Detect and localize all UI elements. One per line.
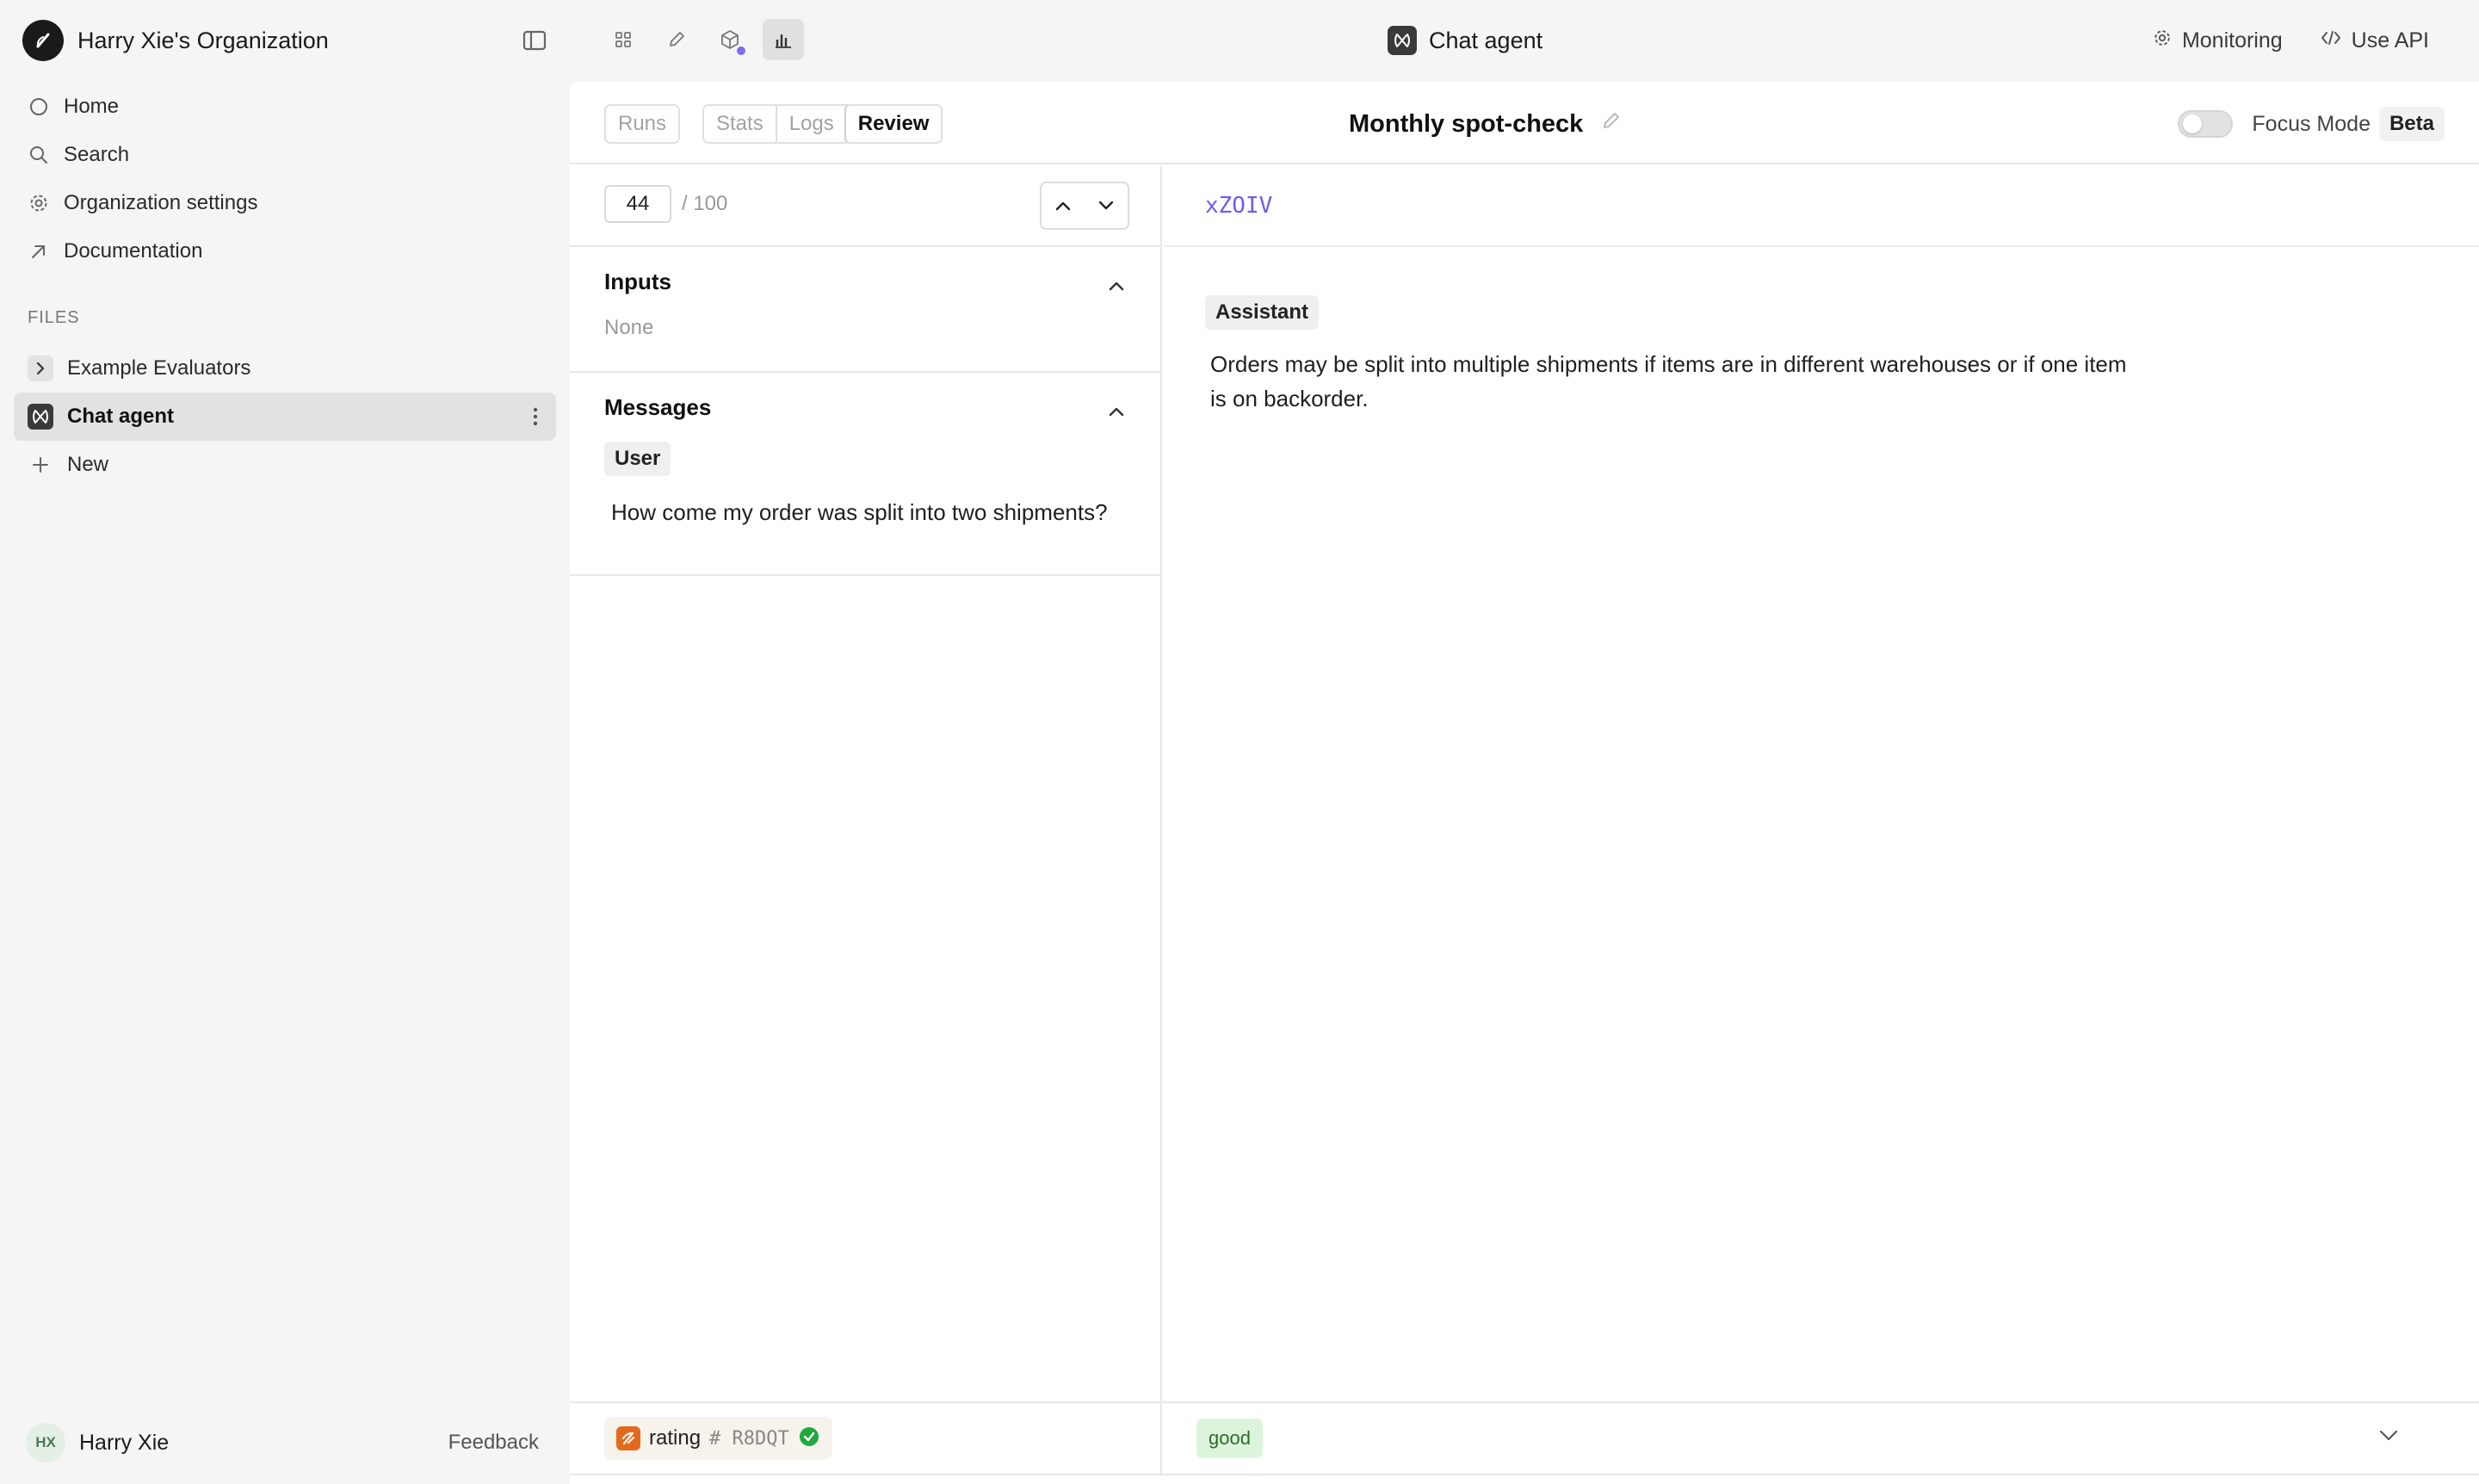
role-tag-assistant: Assistant: [1205, 295, 1320, 330]
agent-icon: [28, 404, 53, 430]
log-id[interactable]: xZOIV: [1164, 166, 2479, 247]
inputs-title: Inputs: [604, 268, 671, 294]
sidebar-item-home[interactable]: Home: [15, 83, 558, 131]
search-icon: [28, 144, 50, 166]
view-switcher: [603, 19, 804, 62]
gear-icon: [2153, 28, 2172, 53]
sidebar-item-label: Home: [64, 95, 120, 118]
sidebar-item-label: Search: [64, 143, 130, 166]
agent-icon: [1388, 26, 1417, 55]
sidebar-nav: Home Search Organization settings Docume…: [15, 83, 558, 275]
avatar[interactable]: HX: [26, 1423, 65, 1462]
review-toolbar: Runs Stats Logs Review Monthly spot-chec…: [570, 82, 2479, 164]
file-item-new[interactable]: New: [14, 441, 556, 489]
beta-badge: Beta: [2378, 107, 2445, 141]
list-item: User How come my order was split into tw…: [570, 442, 1160, 529]
chevron-up-icon[interactable]: [1042, 183, 1085, 228]
focus-mode-toggle[interactable]: [2178, 110, 2234, 138]
file-item-label: Chat agent: [67, 405, 175, 428]
messages-title: Messages: [604, 393, 712, 420]
pencil-icon[interactable]: [1600, 109, 1623, 139]
view-tabs: Stats Logs Review: [702, 104, 943, 144]
chevron-down-icon[interactable]: [2377, 1429, 2400, 1447]
files-list: Example Evaluators Chat agent New: [14, 344, 556, 489]
evaluator-icon: [616, 1426, 640, 1450]
judgment-value-badge[interactable]: good: [1196, 1419, 1263, 1458]
runs-tab-group: Runs: [604, 104, 681, 144]
pager-buttons: [1040, 182, 1129, 230]
main-panel: Runs Stats Logs Review Monthly spot-chec…: [570, 82, 2479, 1484]
use-api-button[interactable]: Use API: [2321, 28, 2429, 53]
org-logo-icon: [22, 20, 64, 61]
sidebar-item-documentation[interactable]: Documentation: [15, 227, 558, 275]
sidebar-item-label: Organization settings: [64, 191, 258, 214]
more-options-icon[interactable]: [532, 405, 539, 429]
tab-runs[interactable]: Runs: [606, 106, 678, 142]
role-tag-user: User: [604, 442, 671, 476]
file-item-example-evaluators[interactable]: Example Evaluators: [14, 344, 556, 393]
top-actions: Monitoring Use API: [2153, 24, 2429, 57]
pencil-icon[interactable]: [656, 19, 697, 60]
file-item-label: New: [67, 453, 109, 476]
message-text: How come my order was split into two shi…: [611, 499, 1108, 525]
focus-mode: Focus Mode Beta: [2178, 104, 2445, 144]
plus-icon: [28, 452, 53, 478]
sidebar-item-label: Documentation: [64, 239, 203, 263]
judgment-bar: rating # R8DQT good: [570, 1401, 2479, 1475]
sidebar: Harry Xie's Organization Home Search Org…: [0, 0, 570, 1484]
sidebar-footer: HX Harry Xie Feedback: [26, 1422, 542, 1463]
pager-total: / 100: [682, 192, 728, 215]
inputs-value: None: [604, 316, 654, 339]
use-api-label: Use API: [2351, 28, 2429, 53]
notification-dot: [737, 46, 745, 55]
pager-input[interactable]: 44: [604, 185, 671, 223]
tab-review[interactable]: Review: [844, 106, 942, 142]
file-title: Chat agent: [1388, 24, 1542, 57]
review-title-text: Monthly spot-check: [1349, 109, 1584, 138]
cube-icon[interactable]: [709, 19, 751, 60]
evaluator-id: # R8DQT: [709, 1427, 789, 1450]
monitoring-label: Monitoring: [2181, 28, 2283, 53]
chevron-up-icon[interactable]: [1107, 397, 1126, 424]
user-name[interactable]: Harry Xie: [79, 1431, 169, 1456]
gear-icon: [28, 192, 50, 214]
org-switcher[interactable]: Harry Xie's Organization: [22, 19, 329, 62]
files-section-label: FILES: [28, 308, 80, 327]
check-circle-icon: [798, 1425, 820, 1452]
inputs-header[interactable]: Inputs: [570, 247, 1160, 316]
review-title: Monthly spot-check: [1349, 106, 1623, 142]
monitoring-button[interactable]: Monitoring: [2153, 28, 2283, 53]
sidebar-item-organization-settings[interactable]: Organization settings: [15, 179, 558, 227]
tab-logs[interactable]: Logs: [775, 106, 846, 142]
file-title-text: Chat agent: [1429, 27, 1543, 53]
file-item-chat-agent[interactable]: Chat agent: [14, 393, 556, 441]
feedback-button[interactable]: Feedback: [448, 1431, 539, 1455]
evaluator-cell: rating # R8DQT: [570, 1403, 1162, 1474]
inputs-section: Inputs None: [570, 247, 1160, 373]
circle-icon: [28, 96, 50, 118]
datapoint-panel: 44 / 100 Inputs None Messages User How c…: [570, 166, 1162, 1401]
chevron-up-icon[interactable]: [1107, 271, 1126, 298]
chart-icon[interactable]: [763, 19, 804, 60]
org-name: Harry Xie's Organization: [77, 27, 329, 53]
tab-stats[interactable]: Stats: [704, 106, 776, 142]
sidebar-toggle-icon[interactable]: [522, 28, 547, 53]
chevron-right-icon[interactable]: [28, 356, 53, 381]
messages-header[interactable]: Messages: [570, 373, 1160, 442]
focus-mode-label: Focus Mode: [2252, 111, 2371, 136]
chevron-down-icon[interactable]: [1085, 183, 1128, 228]
grid-icon[interactable]: [603, 19, 644, 60]
output-panel: xZOIV Assistant Orders may be split into…: [1164, 166, 2479, 1401]
file-item-label: Example Evaluators: [67, 356, 251, 380]
evaluator-chip[interactable]: rating # R8DQT: [604, 1417, 832, 1460]
sidebar-item-search[interactable]: Search: [15, 131, 558, 179]
evaluator-name: rating: [649, 1426, 702, 1450]
messages-section: Messages User How come my order was spli…: [570, 373, 1160, 576]
assistant-text: Orders may be split into multiple shipme…: [1210, 351, 2127, 411]
pager: 44 / 100: [570, 166, 1160, 247]
external-arrow-icon: [28, 240, 50, 263]
code-icon: [2321, 28, 2341, 53]
